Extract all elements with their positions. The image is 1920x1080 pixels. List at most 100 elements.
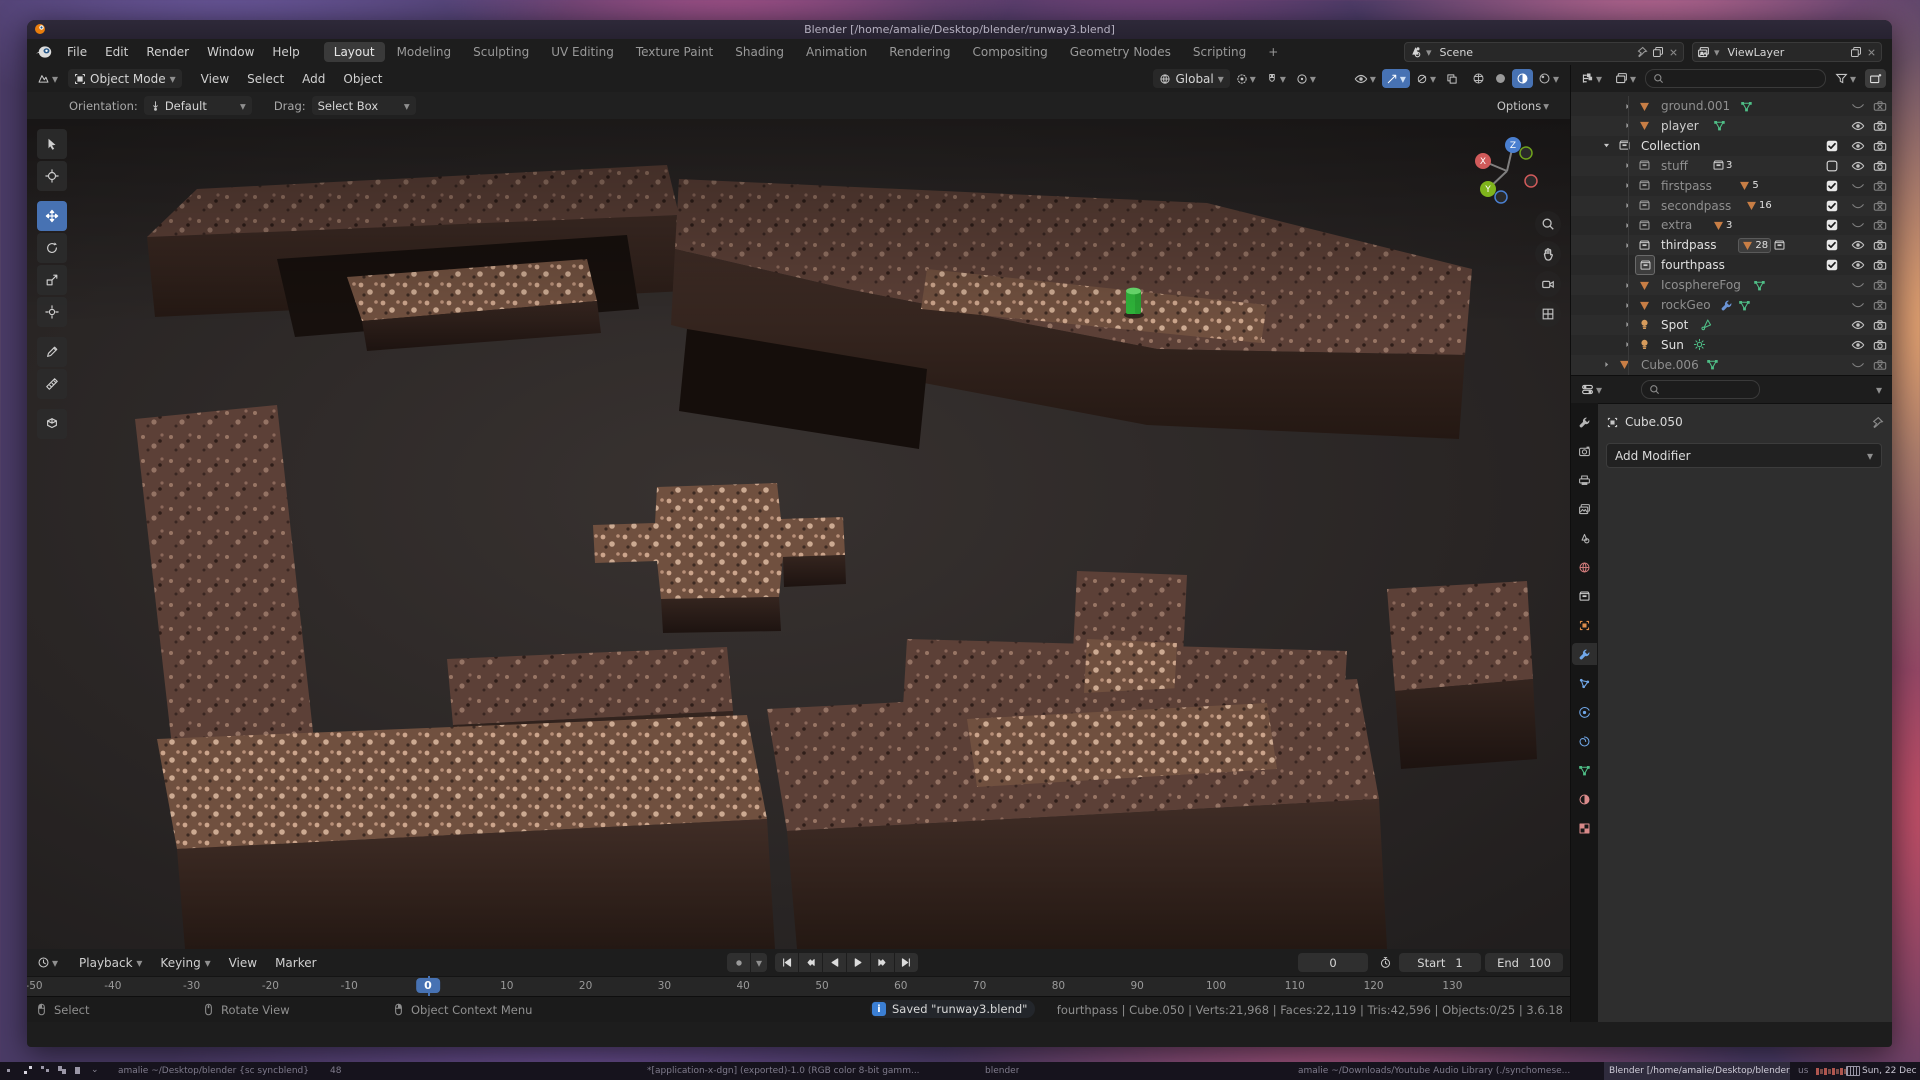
workspace-tab-sculpting[interactable]: Sculpting xyxy=(463,42,539,62)
pin-icon[interactable] xyxy=(1871,416,1884,429)
workspace-tab-uv-editing[interactable]: UV Editing xyxy=(541,42,624,62)
transform-orientation-dropdown[interactable]: Global▾ xyxy=(1153,69,1229,88)
outliner-row-collection[interactable]: Collection xyxy=(1571,136,1892,156)
menu-render[interactable]: Render xyxy=(137,41,198,63)
viewport-menu-object[interactable]: Object xyxy=(334,68,391,90)
taskbar-item[interactable]: amalie ~/Desktop/blender {sc syncblend} xyxy=(118,1062,309,1080)
viewport-menu-view[interactable]: View xyxy=(192,68,238,90)
frame-field[interactable]: 0 xyxy=(1298,953,1368,972)
viewport-menu-select[interactable]: Select xyxy=(238,68,293,90)
eye-closed-icon[interactable] xyxy=(1849,356,1867,374)
collection-icon[interactable] xyxy=(1635,177,1653,195)
outliner-item-label[interactable]: rockGeo xyxy=(1661,298,1711,312)
annotate-tool[interactable] xyxy=(37,337,67,367)
checkbox-on-icon[interactable] xyxy=(1823,177,1841,195)
collection-icon[interactable] xyxy=(1635,216,1653,234)
close-icon[interactable] xyxy=(1668,47,1679,58)
camera-disabled-icon[interactable] xyxy=(1871,296,1889,314)
duplicate-icon[interactable] xyxy=(1850,46,1862,58)
outliner-row-cube-006[interactable]: Cube.006 xyxy=(1571,355,1892,375)
collection-icon[interactable] xyxy=(1635,236,1653,254)
eye-closed-icon[interactable] xyxy=(1849,177,1867,195)
checkbox-on-icon[interactable] xyxy=(1823,137,1841,155)
outliner-item-label[interactable]: Cube.006 xyxy=(1641,358,1699,372)
timeline-menu-keying[interactable]: Keying ▾ xyxy=(151,952,219,974)
outliner-row-thirdpass[interactable]: thirdpass28 xyxy=(1571,235,1892,255)
checkbox-on-icon[interactable] xyxy=(1823,236,1841,254)
properties-options-dropdown[interactable]: ▾ xyxy=(1872,380,1886,399)
orientation-dropdown[interactable]: Default ▾ xyxy=(144,96,252,115)
add-modifier-button[interactable]: Add Modifier▾ xyxy=(1606,443,1882,468)
workspace-tab-shading[interactable]: Shading xyxy=(725,42,794,62)
timeline-menu-playback[interactable]: Playback ▾ xyxy=(70,952,151,974)
eye-icon[interactable] xyxy=(1849,316,1867,334)
viewport-menu-add[interactable]: Add xyxy=(293,68,334,90)
play-reverse-button[interactable] xyxy=(823,953,846,972)
expand-arrow-icon[interactable] xyxy=(1618,177,1636,195)
editor-type-dropdown[interactable]: ▾ xyxy=(1577,380,1606,399)
new-collection-button[interactable] xyxy=(1865,69,1886,88)
add-cube-tool[interactable] xyxy=(37,409,67,439)
mesh-icon[interactable] xyxy=(1635,276,1653,294)
expand-arrow-icon[interactable] xyxy=(1618,117,1636,135)
physics-tab[interactable] xyxy=(1572,701,1597,723)
light-icon[interactable] xyxy=(1635,336,1653,354)
outliner-item-label[interactable]: player xyxy=(1661,119,1699,133)
blender-logo-icon[interactable] xyxy=(35,45,52,59)
eye-icon[interactable] xyxy=(1849,117,1867,135)
eye-icon[interactable] xyxy=(1849,256,1867,274)
collection-icon[interactable] xyxy=(1635,197,1653,215)
checkbox-on-icon[interactable] xyxy=(1823,256,1841,274)
camera-icon[interactable] xyxy=(1871,316,1889,334)
menu-window[interactable]: Window xyxy=(198,41,263,63)
gizmo-toggle-button[interactable]: ▾ xyxy=(1382,69,1410,88)
outliner-display-mode-dropdown[interactable]: ▾ xyxy=(1611,69,1640,88)
scene-tab[interactable] xyxy=(1572,527,1597,549)
expand-arrow-icon[interactable] xyxy=(1618,296,1636,314)
workspace-tab-animation[interactable]: Animation xyxy=(796,42,877,62)
camera-icon[interactable] xyxy=(1871,117,1889,135)
output-tab[interactable] xyxy=(1572,469,1597,491)
outliner-row-player[interactable]: player xyxy=(1571,116,1892,136)
transform-tool[interactable] xyxy=(37,297,67,327)
outliner-filter-dropdown[interactable]: ▾ xyxy=(1831,69,1860,88)
collection-tab[interactable] xyxy=(1572,585,1597,607)
outliner-item-label[interactable]: firstpass xyxy=(1661,179,1712,193)
close-icon[interactable] xyxy=(1866,47,1877,58)
end-frame-field[interactable]: End100 xyxy=(1485,953,1563,972)
start-frame-field[interactable]: Start1 xyxy=(1399,953,1481,972)
measure-tool[interactable] xyxy=(37,369,67,399)
workspace-tab-texture-paint[interactable]: Texture Paint xyxy=(626,42,723,62)
expand-arrow-icon[interactable] xyxy=(1618,157,1636,175)
outliner-search-input[interactable] xyxy=(1645,69,1826,88)
snap-dropdown[interactable]: ▾ xyxy=(1262,69,1290,88)
eye-closed-icon[interactable] xyxy=(1849,197,1867,215)
workspace-tab-layout[interactable]: Layout xyxy=(324,42,385,62)
outliner-item-label[interactable]: IcosphereFog xyxy=(1661,278,1741,292)
previous-keyframe-button[interactable] xyxy=(799,953,822,972)
shading-solid-icon[interactable] xyxy=(1490,69,1511,88)
expand-arrow-icon[interactable] xyxy=(1618,197,1636,215)
particles-tab[interactable] xyxy=(1572,672,1597,694)
mode-dropdown[interactable]: Object Mode▾ xyxy=(68,69,182,88)
overlays-dropdown[interactable]: ▾ xyxy=(1412,69,1440,88)
eye-icon[interactable] xyxy=(1849,137,1867,155)
current-frame-badge[interactable]: 0 xyxy=(416,978,440,993)
workspace-tab-scripting[interactable]: Scripting xyxy=(1183,42,1256,62)
cursor-tool[interactable] xyxy=(37,161,67,191)
expand-arrow-icon[interactable] xyxy=(1618,316,1636,334)
checkbox-on-icon[interactable] xyxy=(1823,197,1841,215)
titlebar[interactable]: Blender [/home/amalie/Desktop/blender/ru… xyxy=(27,20,1892,39)
outliner-row-stuff[interactable]: stuff3 xyxy=(1571,156,1892,176)
camera-icon[interactable] xyxy=(1871,137,1889,155)
outliner-item-label[interactable]: thirdpass xyxy=(1661,238,1716,252)
menu-help[interactable]: Help xyxy=(263,41,308,63)
record-options-dropdown[interactable]: ▾ xyxy=(751,953,767,972)
viewport-3d[interactable]: Z X Y xyxy=(27,119,1571,949)
outliner-row-icospherefog[interactable]: IcosphereFog xyxy=(1571,275,1892,295)
camera-icon[interactable] xyxy=(1871,336,1889,354)
outliner-row-fourthpass[interactable]: fourthpass xyxy=(1571,255,1892,275)
collection-icon[interactable] xyxy=(1635,157,1653,175)
record-button[interactable] xyxy=(727,953,750,972)
outliner-row-secondpass[interactable]: secondpass16 xyxy=(1571,196,1892,216)
